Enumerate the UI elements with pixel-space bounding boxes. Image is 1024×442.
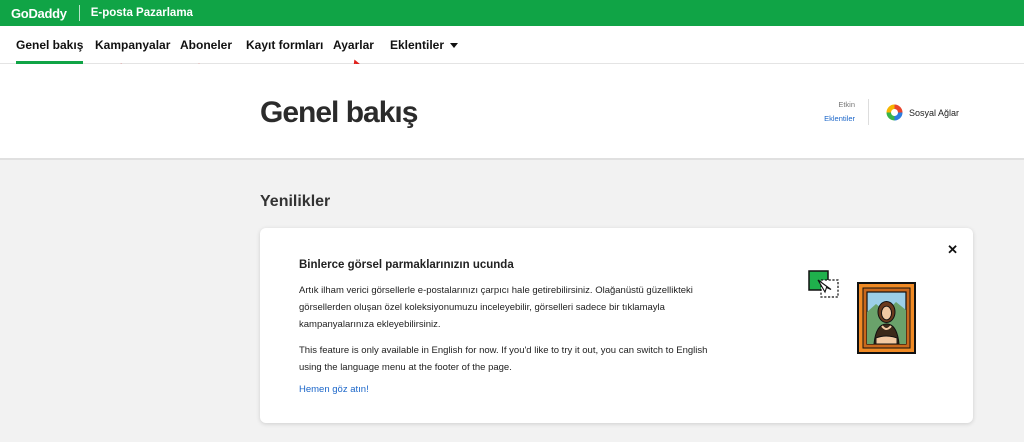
close-icon[interactable]: ✕ xyxy=(947,243,958,256)
product-name: E-posta Pazarlama xyxy=(90,7,193,19)
app-header-bar: GoDaddy E-posta Pazarlama xyxy=(0,0,1024,26)
nav-tab-overview[interactable]: Genel bakış xyxy=(16,26,84,64)
nav-tab-settings-label: Ayarlar xyxy=(333,38,374,52)
card-paragraph: Artık ilham verici görsellerle e-postala… xyxy=(299,285,693,330)
whats-new-card: ✕ Binlerce görsel parmaklarınızın ucunda… xyxy=(260,228,973,423)
nav-tab-subscribers-label: Aboneler xyxy=(180,38,233,52)
nav-tab-addons-label: Eklentiler xyxy=(390,38,445,52)
header-divider xyxy=(78,5,80,21)
explore-link[interactable]: Hemen göz atın! xyxy=(299,384,369,395)
main-nav: Genel bakış Kampanyalar Aboneler Kayıt f… xyxy=(0,26,1024,64)
page-header: Genel bakış Etkin Eklentiler Sosyal Ağla… xyxy=(0,64,1024,160)
chevron-down-icon xyxy=(450,42,459,48)
card-paragraph: This feature is only available in Englis… xyxy=(299,345,708,373)
nav-tab-addons[interactable]: Eklentiler xyxy=(390,26,459,64)
page-title: Genel bakış xyxy=(260,96,418,129)
nav-tab-subscribers[interactable]: Aboneler xyxy=(180,26,232,64)
nav-tab-campaigns-label: Kampanyalar xyxy=(95,38,171,52)
social-networks-button[interactable]: Sosyal Ağlar xyxy=(886,104,959,121)
nav-tab-campaigns[interactable]: Kampanyalar xyxy=(95,26,170,64)
nav-tab-signup-forms[interactable]: Kayıt formları xyxy=(246,26,323,64)
nav-tab-overview-label: Genel bakış xyxy=(16,38,84,52)
card-title: Binlerce görsel parmaklarınızın ucunda xyxy=(299,259,514,271)
header-divider xyxy=(868,99,869,125)
framed-picture-illustration-icon xyxy=(808,270,916,354)
active-addons: Etkin Eklentiler xyxy=(824,100,855,123)
section-title: Yenilikler xyxy=(260,193,331,210)
nav-tab-signup-forms-label: Kayıt formları xyxy=(246,38,324,52)
godaddy-logo[interactable]: GoDaddy xyxy=(11,6,67,21)
social-networks-label: Sosyal Ağlar xyxy=(909,107,960,118)
active-addons-link[interactable]: Eklentiler xyxy=(824,114,855,123)
social-networks-icon xyxy=(886,104,903,121)
active-label: Etkin xyxy=(838,100,855,109)
